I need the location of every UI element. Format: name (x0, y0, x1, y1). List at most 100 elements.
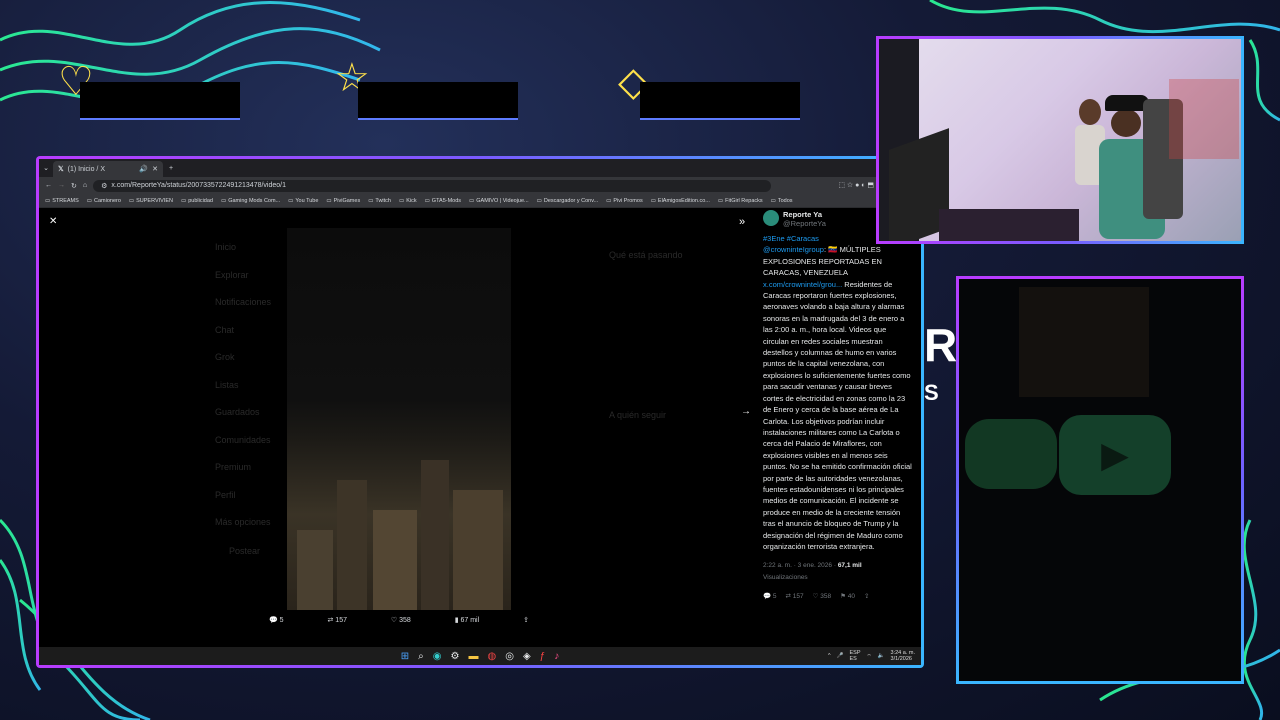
tweet-repost-button[interactable]: ⇄ 157 (786, 591, 804, 602)
bookmark-item[interactable]: ▭ ElAmigosEdition.co... (651, 198, 710, 204)
mic-icon[interactable]: 🎤 (837, 653, 844, 659)
author-name[interactable]: Reporte Ya (783, 210, 826, 219)
side-panel-frame: ▶ (956, 276, 1244, 684)
avatar[interactable] (763, 210, 779, 226)
bookmark-item[interactable]: ▭ GAMIVO | Videojue... (469, 198, 529, 204)
bookmark-folder-icon: ▭ (368, 197, 374, 204)
back-icon[interactable]: ← (45, 182, 52, 189)
reload-icon[interactable]: ↻ (71, 182, 77, 190)
author-handle[interactable]: @ReporteYa (783, 219, 826, 228)
bookmark-folder-icon: ▭ (650, 197, 656, 204)
share-icon[interactable]: ⇪ (523, 616, 529, 624)
views-label: Visualizaciones (763, 573, 808, 581)
volume-icon[interactable]: 🔈 (878, 653, 885, 659)
tab-audio-icon[interactable]: 🔊 (139, 165, 148, 173)
tweet-bookmark-button[interactable]: ⚑ 40 (840, 591, 855, 602)
next-icon[interactable]: → (741, 406, 751, 417)
tab-bar: ⌄ 𝕏 (1) Inicio / X 🔊 ✕ + (39, 159, 921, 177)
bookmark-item[interactable]: ▭ FitGirl Repacks (718, 198, 763, 204)
bookmark-folder-icon: ▭ (45, 197, 51, 204)
dimmed-menu-item: Comunidades (215, 434, 271, 445)
overlay-label-box-3 (640, 82, 800, 120)
x-logo-icon: 𝕏 (58, 166, 64, 173)
tweet-reply-button[interactable]: 💬 5 (763, 591, 777, 602)
reply-button[interactable]: 💬 5 (269, 616, 284, 624)
repost-button[interactable]: ⇄ 157 (327, 616, 347, 624)
bookmark-item[interactable]: ▭ Pivi Promos (606, 198, 643, 204)
heart-outline-icon: ♡ (390, 617, 398, 624)
site-info-icon[interactable]: ⚙ (101, 182, 107, 190)
bookmark-folder-icon: ▭ (128, 197, 135, 204)
tray-chevron-icon[interactable]: ^ (828, 653, 831, 659)
clock[interactable]: 3:24 a. m. 3/1/2026 (891, 650, 915, 662)
network-icon[interactable]: ⌔ (867, 653, 872, 660)
bookmark-folder-icon: ▭ (536, 197, 542, 204)
video-action-bar: 💬 5 ⇄ 157 ♡ 358 ▮ 67 mil ⇪ (269, 616, 529, 624)
bookmark-item[interactable]: ▭ Twitch (368, 198, 391, 204)
bookmark-item[interactable]: ▭ Kick (399, 198, 417, 204)
close-icon[interactable]: ✕ (49, 216, 57, 227)
url-field[interactable]: ⚙ x.com/ReporteYa/status/200733572249121… (93, 179, 771, 192)
tweet-timestamp[interactable]: 2:22 a. m. · 3 ene. 2026 · (763, 562, 836, 569)
browser-tab[interactable]: 𝕏 (1) Inicio / X 🔊 ✕ (53, 161, 163, 177)
bookmarks-bar: ▭ STREAMS ▭ Camionero ▭ SUPERVIVIEN ▭ publicida… (39, 194, 921, 208)
dimmed-menu-item: Grok (215, 352, 235, 362)
bookmark-item[interactable]: ▭ PiviGames (326, 198, 360, 204)
webcam-frame (876, 36, 1244, 244)
reply-icon: 💬 (269, 617, 278, 624)
tweet-body: Residentes de Caracas reportaron fuertes… (763, 279, 912, 551)
tweet-text: #3Ene #Caracas @crowninteIgroup: 🇻🇪 MÚLT… (763, 233, 913, 552)
like-button[interactable]: ♡ 358 (391, 616, 411, 624)
bookmark-item[interactable]: ▭ Gaming Mods Com... (221, 198, 280, 204)
bookmark-item[interactable]: ▭ GTA5-Mods (425, 198, 461, 204)
bookmark-item[interactable]: ▭ STREAMS (45, 198, 79, 204)
external-link[interactable]: x.com/crownintel/grou... (763, 280, 842, 289)
collapse-panel-icon[interactable]: » (739, 216, 745, 228)
tab-search-icon[interactable]: ⌄ (39, 164, 53, 172)
tweet-meta: 2:22 a. m. · 3 ene. 2026 · 67,1 mil Visu… (763, 560, 913, 583)
brand-letter-r: R (924, 319, 958, 371)
dimmed-menu-item: Perfil (215, 489, 236, 500)
mention-link[interactable]: @crowninteIgroup (763, 245, 824, 254)
webcam-feed (879, 39, 1241, 241)
overlay-label-box-1 (80, 82, 240, 120)
bookmark-item[interactable]: ▭ Descargador y Conv... (537, 198, 599, 204)
app-icon-2[interactable]: ƒ (540, 651, 546, 662)
tweet-panel: Reporte Ya @ReporteYa #3Ene #Caracas @cr… (763, 208, 913, 647)
settings-icon[interactable]: ⚙ (451, 651, 460, 662)
folder-icon[interactable]: ▬ (468, 651, 478, 662)
video-player[interactable] (287, 228, 511, 610)
tweet-like-button[interactable]: ♡ 358 (813, 591, 832, 602)
steam-icon[interactable]: ◎ (505, 651, 514, 662)
bookmark-item[interactable]: ▭ publicidad (181, 198, 213, 204)
bookmark-item[interactable]: ▭ Camionero (87, 198, 121, 204)
dimmed-menu-item: Notificaciones (215, 297, 272, 307)
lang-indicator[interactable]: ESP ES (849, 650, 860, 662)
dimmed-follow: A quién seguir (609, 410, 667, 420)
new-tab-button[interactable]: + (169, 165, 173, 172)
bookmark-folder-icon: ▭ (181, 197, 187, 204)
dimmed-menu-item: Guardados (215, 407, 260, 417)
bookmark-item[interactable]: ▭ Todos (771, 198, 793, 204)
discord-icon (965, 419, 1057, 489)
app-icon-1[interactable]: ◈ (523, 651, 531, 662)
hashtags[interactable]: #3Ene #Caracas (763, 234, 819, 243)
tiktok-icon[interactable]: ♪ (554, 651, 559, 662)
chrome-icon[interactable]: ◍ (487, 651, 496, 662)
windows-start-icon[interactable]: ⊞ (401, 651, 409, 662)
taskbar-search-icon[interactable]: ⌕ (418, 651, 424, 662)
dimmed-menu-item: Premium (215, 462, 252, 472)
forward-icon[interactable]: → (58, 182, 65, 189)
bookmark-folder-icon: ▭ (326, 197, 332, 204)
youtube-icon: ▶ (1059, 415, 1171, 495)
edge-icon[interactable]: ◉ (433, 651, 442, 662)
bookmark-item[interactable]: ▭ SUPERVIVIEN (129, 198, 173, 204)
bookmark-item[interactable]: ▭ You Tube (288, 198, 318, 204)
tab-close-icon[interactable]: ✕ (152, 165, 158, 173)
extension-icons[interactable]: ⬚ ☆ ● ◐ ⬒ ⧉ (838, 181, 881, 190)
views-count: 67,1 mil (837, 562, 862, 570)
views-button[interactable]: ▮ 67 mil (455, 616, 480, 624)
home-icon[interactable]: ⌂ (83, 182, 87, 189)
repost-icon: ⇄ (327, 617, 334, 624)
tweet-share-icon[interactable]: ⇪ (864, 591, 869, 602)
